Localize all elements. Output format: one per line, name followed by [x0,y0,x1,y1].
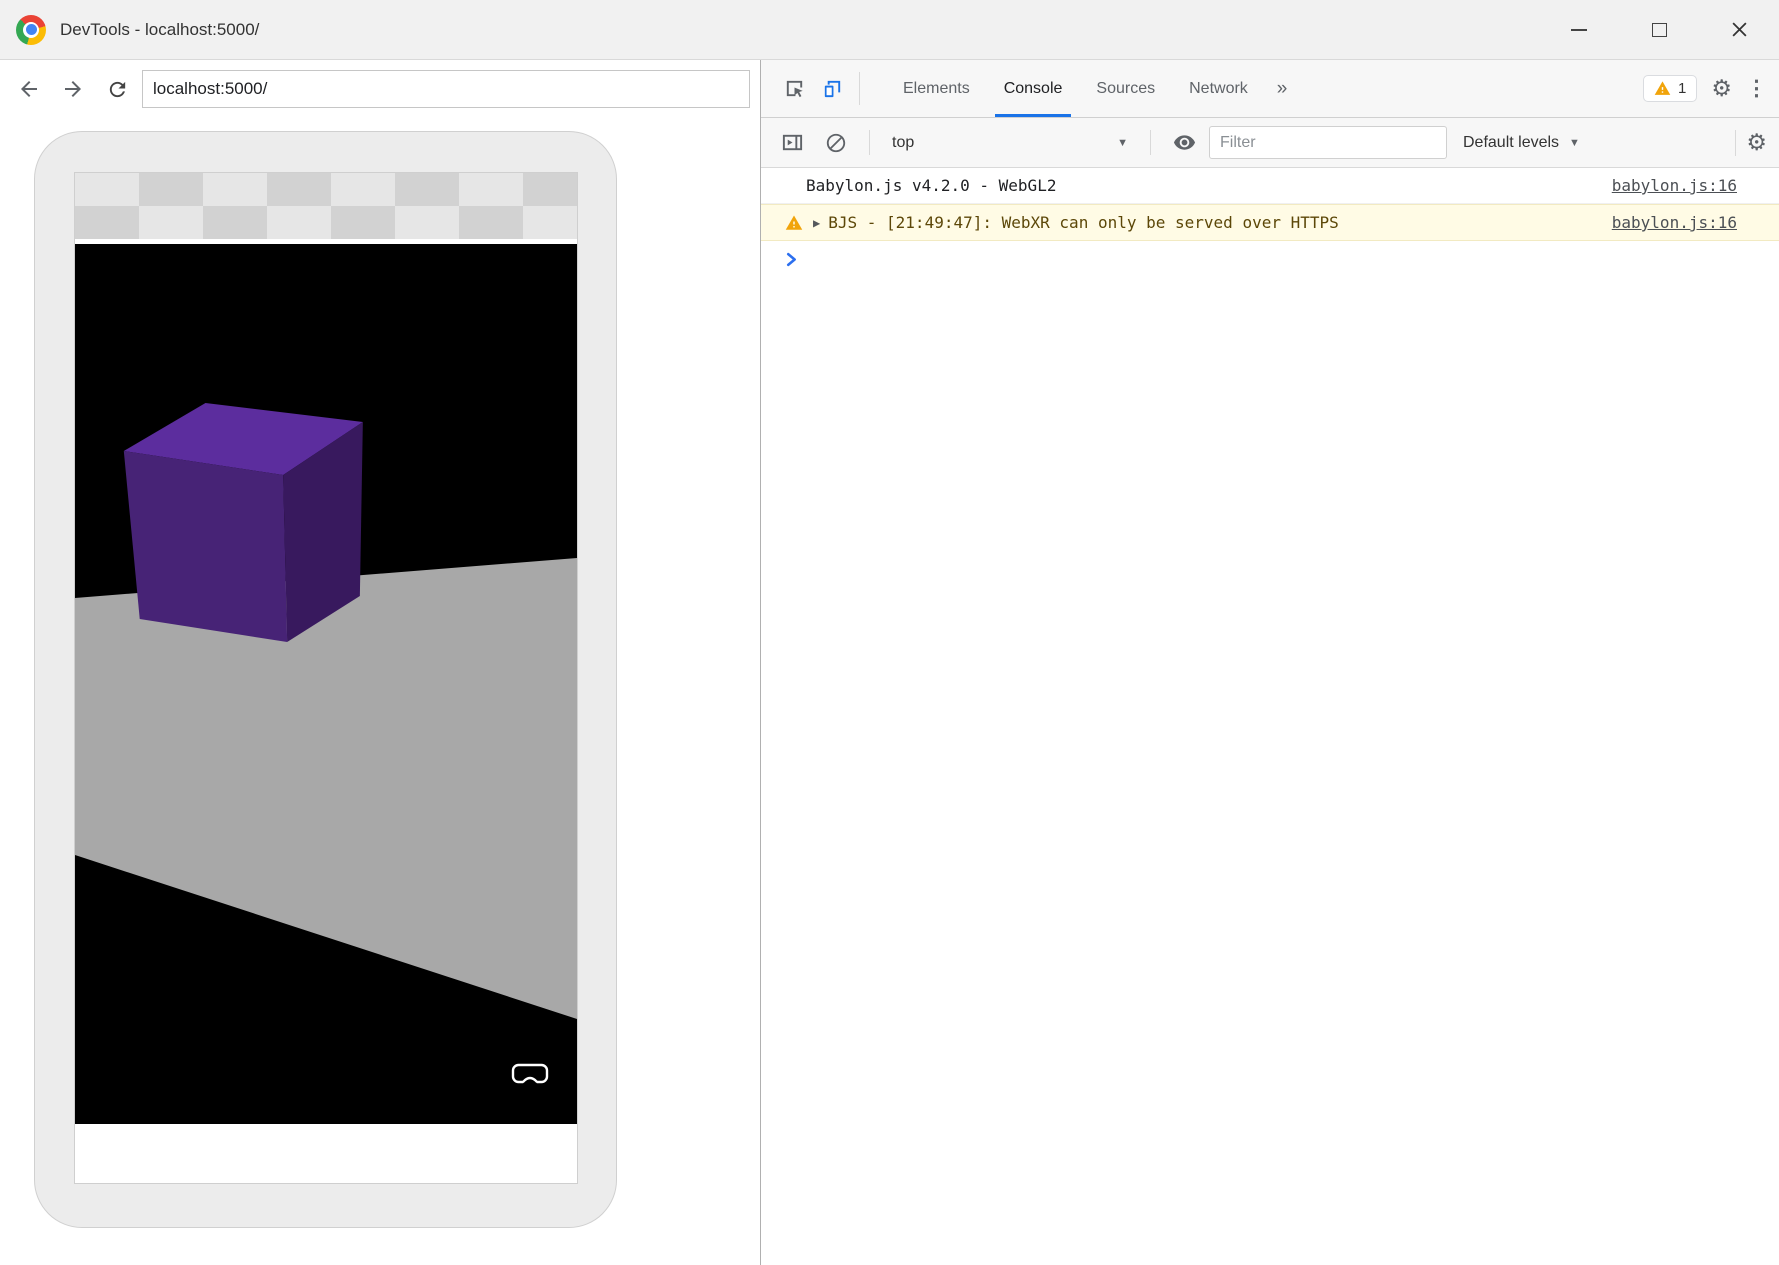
webgl-scene[interactable] [75,244,577,1124]
expand-arrow-icon[interactable]: ▶ [813,216,820,230]
context-label: top [892,134,914,152]
inspect-element-button[interactable] [775,70,813,108]
devtools-pane: Elements Console Sources Network » 1 ⚙ ⋮ [761,60,1779,1265]
message-text: Babylon.js v4.2.0 - WebGL2 [806,176,1056,195]
message-source-link[interactable]: babylon.js:16 [1588,213,1737,232]
console-message-info: Babylon.js v4.2.0 - WebGL2 babylon.js:16 [761,168,1779,204]
chevron-down-icon: ▼ [1117,137,1128,149]
chevron-down-icon: ▼ [1569,137,1580,149]
back-arrow-icon [17,77,41,101]
device-toolbar-toggle[interactable] [813,70,851,108]
maximize-button[interactable] [1619,0,1699,59]
more-tabs-button[interactable]: » [1265,60,1300,117]
prompt-chevron-icon [785,252,800,267]
vertical-separator [859,72,860,105]
gear-icon: ⚙ [1746,129,1767,155]
tab-console[interactable]: Console [987,60,1080,117]
checkerboard-strip [75,173,577,239]
devtools-toolbar: Elements Console Sources Network » 1 ⚙ ⋮ [761,60,1779,118]
devtools-tab-strip: Elements Console Sources Network » [886,60,1299,117]
issues-warning-badge[interactable]: 1 [1643,75,1697,102]
forward-arrow-icon [61,77,85,101]
eye-watch-button[interactable] [1165,124,1203,162]
tab-label: Sources [1096,80,1155,98]
close-button[interactable] [1699,0,1779,59]
warning-triangle-icon [1654,80,1671,97]
console-output: Babylon.js v4.2.0 - WebGL2 babylon.js:16… [761,168,1779,1265]
webgl-canvas[interactable] [75,244,577,1124]
reload-icon [106,78,129,101]
vr-goggles-icon [511,1062,549,1088]
devtools-window: DevTools - localhost:5000/ [0,0,1779,1265]
console-message-warning: ▶ BJS - [21:49:47]: WebXR can only be se… [761,204,1779,241]
title-bar: DevTools - localhost:5000/ [0,0,1779,60]
cube-front-face [124,451,287,642]
back-button[interactable] [10,70,48,108]
tab-label: Console [1004,80,1063,98]
main-split: Elements Console Sources Network » 1 ⚙ ⋮ [0,60,1779,1265]
log-levels-dropdown[interactable]: Default levels ▼ [1453,134,1590,152]
page-viewport [0,118,760,1265]
settings-gear-button[interactable]: ⚙ [1711,77,1732,100]
kebab-icon: ⋮ [1746,77,1767,100]
execution-context-selector[interactable]: top ▼ [884,134,1136,152]
maximize-icon [1652,23,1667,37]
console-sidebar-toggle[interactable] [773,124,811,162]
console-filter-input[interactable] [1209,126,1447,159]
tab-elements[interactable]: Elements [886,60,987,117]
minimize-icon [1571,29,1587,31]
reload-button[interactable] [98,70,136,108]
tab-label: Network [1189,80,1248,98]
navigation-bar [0,60,760,118]
toolbar-right-cluster: 1 ⚙ ⋮ [1643,60,1767,117]
tab-label: Elements [903,80,970,98]
forward-button[interactable] [54,70,92,108]
vertical-separator [1150,130,1151,155]
message-source-link[interactable]: babylon.js:16 [1588,176,1737,195]
sidebar-panel-icon [781,131,804,154]
console-settings-button[interactable]: ⚙ [1746,131,1767,154]
eye-icon [1173,131,1196,154]
chevrons-right-icon: » [1277,78,1288,100]
block-icon [825,132,847,154]
message-text: BJS - [21:49:47]: WebXR can only be serv… [828,213,1339,232]
device-emulation-pane [0,60,761,1265]
vertical-separator [869,130,870,155]
console-prompt[interactable] [761,241,1779,267]
device-frame [34,131,617,1228]
gear-icon: ⚙ [1711,75,1732,101]
devtools-menu-button[interactable]: ⋮ [1746,78,1767,99]
tab-sources[interactable]: Sources [1079,60,1172,117]
minimize-button[interactable] [1539,0,1619,59]
inspect-cursor-icon [783,77,806,100]
clear-console-button[interactable] [817,124,855,162]
levels-label: Default levels [1463,134,1559,152]
tab-network[interactable]: Network [1172,60,1265,117]
warning-triangle-icon [785,214,803,232]
device-toolbar-icon [821,77,844,100]
enter-vr-button[interactable] [511,1062,549,1088]
console-toolbar: top ▼ Default levels ▼ ⚙ [761,118,1779,168]
chrome-logo-icon [16,15,46,45]
url-input[interactable] [142,70,750,108]
warning-count: 1 [1678,80,1686,97]
window-controls [1539,0,1779,59]
vertical-separator [1735,130,1736,156]
close-icon [1731,21,1748,38]
device-screen [74,172,578,1184]
window-title: DevTools - localhost:5000/ [60,20,259,40]
